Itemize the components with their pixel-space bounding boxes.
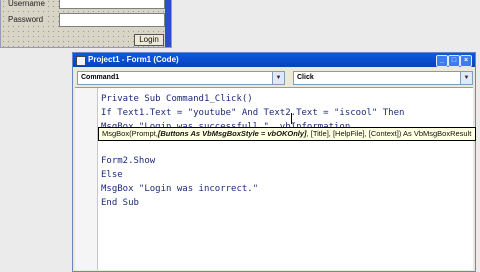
procedure-dropdown-value: Click	[297, 74, 314, 81]
tooltip-prompt: MsgBox(Prompt,	[102, 129, 158, 138]
close-icon[interactable]: ×	[460, 55, 472, 67]
window-title: Project1 - Form1 (Code)	[88, 55, 179, 64]
object-dropdown[interactable]: Command1 ▼	[77, 71, 285, 85]
code-line-6[interactable]: MsgBox "Login was incorrect."	[101, 184, 258, 194]
tooltip-buttons-param: [Buttons As VbMsgBoxStyle = vbOKOnly]	[157, 129, 307, 138]
text-cursor	[291, 113, 292, 124]
parameter-info-tooltip: MsgBox(Prompt,[Buttons As VbMsgBoxStyle …	[98, 127, 476, 141]
editor-margin	[75, 88, 98, 270]
code-line-5[interactable]: Else	[101, 170, 123, 180]
username-textbox[interactable]	[59, 0, 165, 9]
procedure-dropdown[interactable]: Click ▼	[293, 71, 473, 85]
chevron-down-icon[interactable]: ▼	[460, 72, 472, 84]
code-line-4[interactable]: Form2.Show	[101, 156, 155, 166]
password-label: Password	[7, 15, 45, 24]
chevron-down-icon[interactable]: ▼	[272, 72, 284, 84]
form1-design-view: Username Password Login	[0, 0, 172, 48]
code-window[interactable]: Project1 - Form1 (Code) _ □ × Command1 ▼…	[72, 52, 476, 272]
code-editor[interactable]: Private Sub Command1_Click() If Text1.Te…	[75, 87, 473, 270]
code-line-2[interactable]: If Text1.Text = "youtube" And Text2.Text…	[101, 108, 404, 118]
form-selection-edge	[165, 0, 171, 47]
code-line-7[interactable]: End Sub	[101, 198, 139, 208]
password-textbox[interactable]	[59, 13, 165, 27]
maximize-icon[interactable]: □	[448, 55, 460, 67]
minimize-icon[interactable]: _	[436, 55, 448, 67]
window-icon	[76, 56, 86, 66]
login-button[interactable]: Login	[134, 34, 164, 46]
code-line-1[interactable]: Private Sub Command1_Click()	[101, 94, 253, 104]
tooltip-rest: , [Title], [HelpFile], [Context]) As VbM…	[306, 129, 472, 138]
object-dropdown-value: Command1	[81, 74, 120, 81]
username-label: Username	[7, 0, 46, 8]
title-bar[interactable]: Project1 - Form1 (Code) _ □ ×	[73, 53, 475, 67]
